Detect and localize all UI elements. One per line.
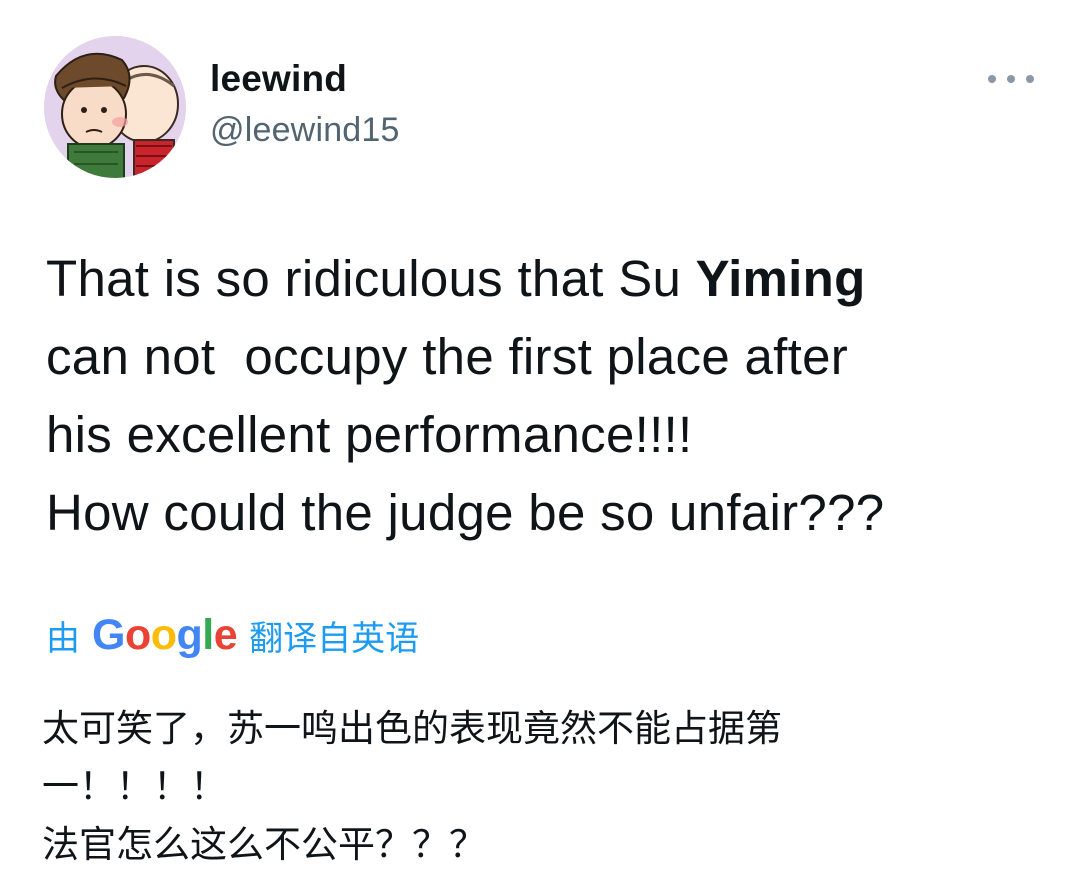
translated-text: 太可笑了，苏一鸣出色的表现竟然不能占据第 一！！！！ 法官怎么这么不公平？？？ bbox=[42, 700, 1052, 874]
google-letter: G bbox=[92, 610, 125, 659]
translation-line: 法官怎么这么不公平？？？ bbox=[42, 823, 486, 866]
google-letter: o bbox=[124, 610, 151, 659]
tweet-card: leewind @leewind15 That is so ridiculous… bbox=[0, 0, 1080, 885]
tweet-text: That is so ridiculous that Su Yiming can… bbox=[46, 240, 1056, 552]
tweet-line: can not occupy the first place after bbox=[46, 318, 1056, 396]
google-letter: l bbox=[202, 610, 214, 659]
translate-prefix: 由 bbox=[46, 619, 80, 658]
more-dot bbox=[1026, 75, 1034, 83]
google-letter: g bbox=[176, 610, 203, 659]
tweet-line-text: How could the judge be so unfair??? bbox=[46, 484, 885, 541]
translated-by-google-link[interactable]: 由 Google 翻译自英语 bbox=[46, 608, 419, 662]
translation-line: 一！！！！ bbox=[42, 765, 227, 808]
tweet-line-bold: Yiming bbox=[695, 250, 866, 307]
user-handle[interactable]: @leewind15 bbox=[210, 111, 400, 150]
avatar-image bbox=[44, 36, 186, 178]
more-dot bbox=[1007, 75, 1015, 83]
google-letter: e bbox=[213, 610, 238, 659]
tweet-line: How could the judge be so unfair??? bbox=[46, 474, 1056, 552]
tweet-line-text: can not occupy the first place after bbox=[46, 328, 849, 385]
translation-line: 太可笑了，苏一鸣出色的表现竟然不能占据第 bbox=[42, 707, 782, 750]
tweet-line: his excellent performance!!!! bbox=[46, 396, 1056, 474]
google-letter: o bbox=[150, 610, 177, 659]
display-name[interactable]: leewind bbox=[210, 58, 347, 100]
more-horizontal-icon[interactable] bbox=[988, 66, 1034, 92]
tweet-line-text: his excellent performance!!!! bbox=[46, 406, 693, 463]
google-logo: Google bbox=[92, 610, 238, 660]
tweet-line-text: That is so ridiculous that Su bbox=[46, 250, 696, 307]
avatar[interactable] bbox=[44, 36, 186, 178]
tweet-line: That is so ridiculous that Su Yiming bbox=[46, 240, 1056, 318]
more-dot bbox=[988, 75, 996, 83]
translate-suffix: 翻译自英语 bbox=[249, 619, 420, 658]
